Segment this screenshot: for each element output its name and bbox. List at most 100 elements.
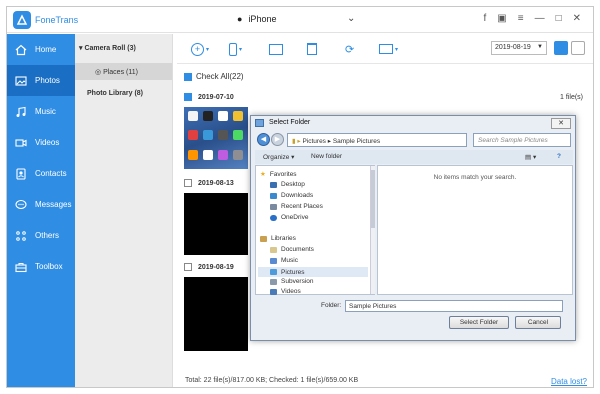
app-logo-icon bbox=[13, 11, 31, 29]
export-to-device-button[interactable]: ▾ bbox=[229, 42, 242, 56]
toolbox-icon bbox=[15, 262, 27, 272]
nav-item-onedrive[interactable]: OneDrive bbox=[270, 214, 308, 221]
videos-icon bbox=[270, 288, 277, 295]
checkbox-checked-icon bbox=[184, 93, 192, 101]
refresh-button[interactable]: ⟳ bbox=[345, 42, 354, 56]
back-arrow-icon[interactable]: ◀ bbox=[257, 133, 270, 146]
nav-scrollbar[interactable] bbox=[370, 166, 375, 294]
sidebar-item-messages[interactable]: Messages bbox=[7, 189, 75, 220]
device-selector[interactable]: ● iPhone bbox=[237, 14, 276, 24]
checkbox-checked-icon bbox=[184, 72, 192, 81]
trash-icon bbox=[307, 43, 317, 55]
grid-view-icon[interactable] bbox=[554, 41, 568, 55]
photo-thumbnail[interactable] bbox=[184, 107, 248, 169]
tree-item-camera-roll[interactable]: ▾ Camera Roll (3) bbox=[79, 44, 136, 52]
facebook-icon[interactable]: f bbox=[483, 13, 486, 24]
status-bar: Total: 22 file(s)/817.00 KB; Checked: 1 … bbox=[177, 377, 593, 387]
date-filter-select[interactable]: 2019-08-19 ▼ bbox=[491, 41, 547, 55]
desktop-icon bbox=[270, 181, 277, 188]
minimize-icon[interactable]: — bbox=[535, 13, 545, 24]
nav-item-music[interactable]: Music bbox=[270, 257, 298, 264]
nav-item-desktop[interactable]: Desktop bbox=[270, 181, 305, 188]
forward-arrow-icon[interactable]: ▶ bbox=[271, 133, 284, 146]
photo-thumbnail[interactable] bbox=[184, 277, 248, 351]
sidebar-item-contacts[interactable]: Contacts bbox=[7, 158, 75, 189]
chevron-down-icon: ▼ bbox=[537, 44, 543, 50]
nav-libraries[interactable]: Libraries bbox=[260, 235, 296, 242]
navigation-pane: ★ Favorites Desktop Downloads Recent Plac… bbox=[255, 165, 375, 295]
photo-thumbnail[interactable] bbox=[184, 193, 248, 255]
address-row: ◀ ▶ ▮ ▸ Pictures ▸ Sample Pictures Searc… bbox=[255, 132, 573, 148]
nav-item-recent-places[interactable]: Recent Places bbox=[270, 203, 323, 210]
file-list-pane[interactable]: No items match your search. bbox=[377, 165, 573, 295]
monitor-icon bbox=[269, 43, 283, 55]
pictures-icon bbox=[270, 269, 277, 275]
recent-places-icon bbox=[270, 203, 277, 210]
list-view-icon[interactable] bbox=[571, 41, 585, 55]
nav-item-documents[interactable]: Documents bbox=[270, 246, 314, 253]
nav-item-videos[interactable]: Videos bbox=[270, 288, 301, 295]
add-button[interactable]: + ▾ bbox=[191, 42, 209, 56]
chevron-down-icon[interactable]: ⌄ bbox=[347, 13, 355, 24]
organize-menu[interactable]: Organize ▾ bbox=[263, 153, 294, 161]
date-group-header[interactable]: 2019-07-10 bbox=[184, 93, 234, 101]
sidebar-item-home[interactable]: Home bbox=[7, 34, 75, 65]
tree-item-places[interactable]: ◎ Places (11) bbox=[75, 63, 172, 80]
sidebar-item-toolbox[interactable]: Toolbox bbox=[7, 251, 75, 282]
toolbar: + ▾ ▾ ⟳ ▾ 2019-08-19 ▼ bbox=[177, 34, 593, 64]
search-input[interactable]: Search Sample Pictures bbox=[473, 133, 571, 147]
others-icon bbox=[16, 230, 26, 241]
folder-name-input[interactable]: Sample Pictures bbox=[345, 300, 563, 312]
nav-item-downloads[interactable]: Downloads bbox=[270, 192, 313, 199]
device-name: iPhone bbox=[248, 14, 277, 24]
sidebar-item-music[interactable]: Music bbox=[7, 96, 75, 127]
sidebar-item-others[interactable]: Others bbox=[7, 220, 75, 251]
sidebar-item-label: Contacts bbox=[35, 169, 67, 178]
nav-item-pictures[interactable]: Pictures bbox=[258, 267, 368, 277]
date-group-header[interactable]: 2019-08-13 bbox=[184, 179, 234, 187]
toolkit-button[interactable]: ▾ bbox=[379, 42, 398, 56]
places-icon: ◎ bbox=[95, 69, 104, 76]
delete-button[interactable] bbox=[307, 42, 317, 56]
chevron-down-icon: ▾ bbox=[395, 46, 399, 53]
downloads-icon bbox=[270, 192, 277, 199]
cancel-button[interactable]: Cancel bbox=[515, 316, 561, 329]
tree-item-photo-library[interactable]: Photo Library (8) bbox=[87, 90, 143, 97]
sidebar-item-label: Messages bbox=[35, 200, 72, 209]
select-folder-button[interactable]: Select Folder bbox=[449, 316, 509, 329]
sidebar-item-label: Photos bbox=[35, 76, 60, 85]
scrollbar-thumb[interactable] bbox=[371, 170, 375, 228]
chat-icon[interactable]: ▣ bbox=[497, 13, 506, 24]
photos-icon bbox=[15, 75, 27, 86]
music-icon bbox=[270, 257, 277, 264]
export-to-pc-button[interactable] bbox=[269, 42, 283, 56]
group-file-count: 1 file(s) bbox=[560, 94, 583, 101]
dialog-close-button[interactable]: ✕ bbox=[551, 118, 571, 129]
folder-icon: ▮ ▸ bbox=[292, 138, 303, 145]
window-controls: f ▣ ≡ — □ ✕ bbox=[483, 13, 581, 24]
folder-label: Folder: bbox=[321, 302, 342, 309]
close-icon[interactable]: ✕ bbox=[573, 13, 581, 24]
menu-icon[interactable]: ≡ bbox=[518, 13, 524, 24]
help-icon[interactable]: ? bbox=[557, 153, 561, 160]
chevron-down-icon: ▾ bbox=[239, 46, 243, 53]
contacts-icon bbox=[16, 167, 26, 180]
album-tree: ▾ Camera Roll (3) ◎ Places (11) Photo Li… bbox=[75, 34, 173, 387]
date-group-header[interactable]: 2019-08-19 bbox=[184, 263, 234, 271]
nav-item-subversion[interactable]: Subversion bbox=[270, 278, 314, 285]
new-folder-button[interactable]: New folder bbox=[311, 153, 342, 160]
title-bar: FoneTrans ● iPhone ⌄ f ▣ ≡ — □ ✕ bbox=[7, 7, 593, 33]
nav-favorites[interactable]: ★ Favorites bbox=[260, 170, 297, 179]
view-options-icon[interactable]: ▤ ▾ bbox=[525, 153, 536, 161]
folder-icon bbox=[255, 119, 264, 127]
address-bar[interactable]: ▮ ▸ Pictures ▸ Sample Pictures bbox=[287, 133, 467, 147]
command-bar: Organize ▾ New folder ▤ ▾ ? bbox=[255, 150, 573, 164]
refresh-icon: ⟳ bbox=[345, 43, 355, 56]
data-lost-link[interactable]: Data lost? bbox=[551, 377, 587, 386]
briefcase-icon bbox=[379, 44, 393, 54]
check-all-checkbox[interactable]: Check All(22) bbox=[184, 72, 244, 81]
maximize-icon[interactable]: □ bbox=[556, 13, 562, 24]
sidebar-item-photos[interactable]: Photos bbox=[7, 65, 75, 96]
sidebar-item-videos[interactable]: Videos bbox=[7, 127, 75, 158]
sidebar-item-label: Home bbox=[35, 45, 57, 54]
